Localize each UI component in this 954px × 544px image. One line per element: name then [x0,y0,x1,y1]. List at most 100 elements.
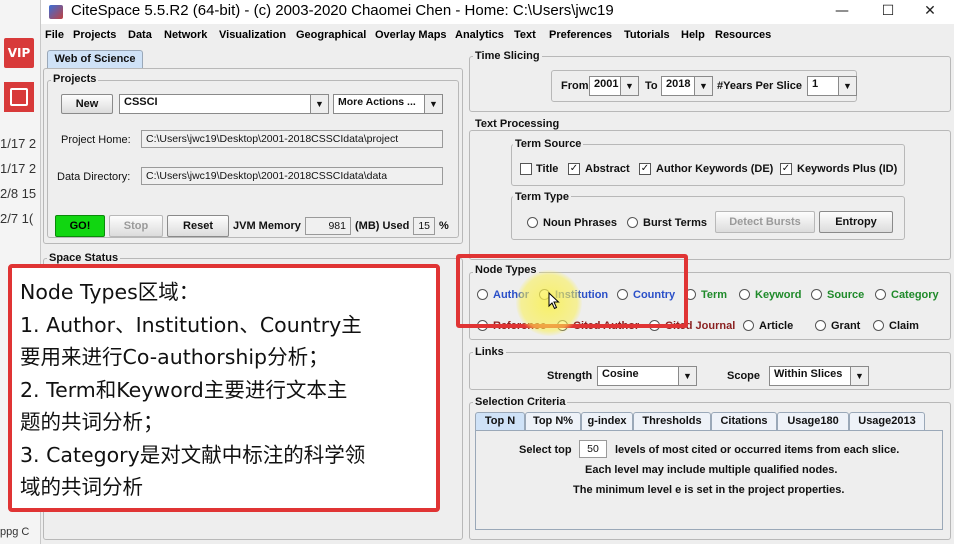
term-node-label: Term [701,289,728,301]
tab-usage180[interactable]: Usage180 [777,412,849,430]
menu-overlay-maps[interactable]: Overlay Maps [375,29,447,41]
keyword-radio[interactable] [739,289,750,300]
scope-select[interactable]: Within Slices ▼ [769,366,869,386]
minimize-button[interactable]: — [819,0,865,24]
keywords-plus-label: Keywords Plus (ID) [797,163,898,175]
jvm-memory-field: 981 [305,217,351,235]
vip-badge[interactable]: VIP [4,38,34,68]
selection-tabs: Top N Top N% g-index Thresholds Citation… [473,412,949,432]
strength-value: Cosine [602,368,639,380]
jvm-memory-label: JVM Memory [233,220,301,232]
mb-used-label: (MB) Used [355,220,410,232]
strength-select[interactable]: Cosine ▼ [597,366,697,386]
title-checkbox-label: Title [536,163,559,175]
tab-web-of-science[interactable]: Web of Science [47,50,143,68]
menu-text[interactable]: Text [514,29,536,41]
tab-usage2013[interactable]: Usage2013 [849,412,925,430]
select-top-label: Select top [519,444,572,456]
links-label: Links [473,346,506,358]
select-top-field[interactable]: 50 [579,440,607,458]
scope-value: Within Slices [774,368,843,380]
menu-data[interactable]: Data [128,29,152,41]
menu-help[interactable]: Help [681,29,705,41]
chevron-down-icon: ▼ [310,95,328,113]
list-date: 2/7 1( [0,211,34,226]
category-node-label: Category [891,289,939,301]
percent-label: % [439,220,449,232]
annotation-callout: Node Types区域： 1. Author、Institution、Coun… [8,264,440,512]
to-year-select[interactable]: 2018 ▼ [661,76,713,96]
links-group [469,352,951,390]
stop-button[interactable]: Stop [109,215,163,237]
list-date: 2/8 15 [0,186,37,201]
category-radio[interactable] [875,289,886,300]
menu-resources[interactable]: Resources [715,29,771,41]
tab-g-index[interactable]: g-index [581,412,633,430]
title-bar: CiteSpace 5.5.R2 (64-bit) - (c) 2003-202… [41,0,954,24]
source-radio[interactable] [811,289,822,300]
to-year-value: 2018 [666,78,691,90]
annotation-line: Node Types区域： [20,280,200,304]
burst-terms-radio[interactable] [627,217,638,228]
time-slicing-label: Time Slicing [473,50,542,62]
menu-analytics[interactable]: Analytics [455,29,504,41]
project-select-value: CSSCI [124,96,158,108]
citespace-app-icon [49,5,63,19]
grant-radio[interactable] [815,320,826,331]
maximize-button[interactable]: ☐ [865,0,911,24]
data-directory-label: Data Directory: [57,171,131,183]
claim-radio[interactable] [873,320,884,331]
annotation-line: 域的共词分析 [20,475,143,499]
list-date: 1/17 2 [0,136,37,151]
selection-criteria-label: Selection Criteria [473,396,568,408]
menu-projects[interactable]: Projects [73,29,116,41]
article-radio[interactable] [743,320,754,331]
title-checkbox[interactable] [520,163,532,175]
strength-label: Strength [547,370,593,382]
annotation-line: 2. Term和Keyword主要进行文本主 [20,377,348,402]
burst-terms-label: Burst Terms [643,217,707,229]
menu-preferences[interactable]: Preferences [549,29,612,41]
new-project-button[interactable]: New [61,94,113,114]
years-per-slice-select[interactable]: 1 ▼ [807,76,857,96]
minimum-level-note: The minimum level e is set in the projec… [573,484,845,496]
chevron-down-icon: ▼ [424,95,442,113]
project-home-field[interactable]: C:\Users\jwc19\Desktop\2001-2018CSSCIdat… [141,130,443,148]
annotation-line: 3. Category是对文献中标注的科学领 [20,442,366,467]
chevron-down-icon: ▼ [850,367,868,385]
detect-bursts-button[interactable]: Detect Bursts [715,211,815,233]
menu-tutorials[interactable]: Tutorials [624,29,670,41]
data-directory-field[interactable]: C:\Users\jwc19\Desktop\2001-2018CSSCIdat… [141,167,443,185]
menu-file[interactable]: File [45,29,64,41]
tab-thresholds[interactable]: Thresholds [633,412,711,430]
term-type-label: Term Type [513,191,571,203]
go-button[interactable]: GO! [55,215,105,237]
menu-visualization[interactable]: Visualization [219,29,286,41]
tab-top-n-percent[interactable]: Top N% [525,412,581,430]
keywords-plus-checkbox[interactable]: ✓ [780,163,792,175]
author-keywords-checkbox[interactable]: ✓ [639,163,651,175]
app-icon[interactable] [4,82,34,112]
entropy-button[interactable]: Entropy [819,211,893,233]
window-title: CiteSpace 5.5.R2 (64-bit) - (c) 2003-202… [71,2,614,19]
scope-label: Scope [727,370,761,382]
square-icon [10,88,28,106]
close-button[interactable]: ✕ [907,0,953,24]
from-year-select[interactable]: 2001 ▼ [589,76,639,96]
article-node-label: Article [759,320,794,332]
project-select[interactable]: CSSCI ▼ [119,94,329,114]
tab-citations[interactable]: Citations [711,412,777,430]
abstract-checkbox[interactable]: ✓ [568,163,580,175]
years-per-slice-label: #Years Per Slice [717,80,803,92]
levels-text: levels of most cited or occurred items f… [615,444,900,456]
term-source-label: Term Source [513,138,584,150]
noun-phrases-radio[interactable] [527,217,538,228]
mouse-pointer-icon [548,292,560,310]
menu-geographical[interactable]: Geographical [296,29,366,41]
more-actions-select[interactable]: More Actions ... ▼ [333,94,443,114]
tab-top-n[interactable]: Top N [475,412,525,430]
annotation-line: 1. Author、Institution、Country主 [20,312,362,337]
text-processing-label: Text Processing [473,118,562,130]
reset-button[interactable]: Reset [167,215,229,237]
menu-network[interactable]: Network [164,29,207,41]
